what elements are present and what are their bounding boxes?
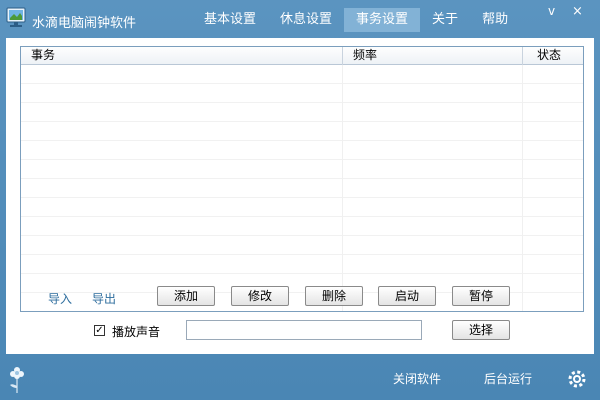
app-window: 水滴电脑闹钟软件 基本设置 休息设置 事务设置 关于 帮助 v × 事务 频率 … [0, 0, 600, 400]
monitor-icon [6, 7, 26, 27]
minimize-button[interactable]: v [548, 4, 555, 18]
column-header-status[interactable]: 状态 [523, 47, 583, 65]
app-title: 水滴电脑闹钟软件 [32, 16, 137, 31]
import-link[interactable]: 导入 [48, 290, 72, 307]
tab-about[interactable]: 关于 [420, 8, 470, 32]
tab-rest-settings[interactable]: 休息设置 [268, 8, 344, 32]
export-link[interactable]: 导出 [92, 290, 116, 307]
title-bar: 水滴电脑闹钟软件 基本设置 休息设置 事务设置 关于 帮助 v × [0, 0, 600, 38]
table-row [21, 122, 583, 141]
table-row [21, 217, 583, 236]
task-table: 事务 频率 状态 [20, 46, 584, 312]
table-body[interactable] [21, 65, 583, 311]
table-row [21, 84, 583, 103]
task-settings-panel: 事务 频率 状态 导入 导出 添加 修改 删除 启动 暂停 ✓ 播放声音 选择 [6, 38, 594, 354]
table-row [21, 103, 583, 122]
tab-basic-settings[interactable]: 基本设置 [192, 8, 268, 32]
start-button[interactable]: 启动 [378, 286, 436, 306]
table-row [21, 236, 583, 255]
run-background-button[interactable]: 后台运行 [484, 370, 532, 387]
table-row [21, 141, 583, 160]
add-button[interactable]: 添加 [157, 286, 215, 306]
pause-button[interactable]: 暂停 [452, 286, 510, 306]
table-header: 事务 频率 状态 [21, 47, 583, 65]
main-nav: 基本设置 休息设置 事务设置 关于 帮助 [192, 8, 520, 32]
table-row [21, 65, 583, 84]
play-sound-checkbox[interactable]: ✓ [94, 325, 105, 336]
table-row [21, 255, 583, 274]
delete-button[interactable]: 删除 [305, 286, 363, 306]
sound-file-input[interactable] [186, 320, 422, 340]
choose-sound-button[interactable]: 选择 [452, 320, 510, 340]
play-sound-label: 播放声音 [112, 325, 161, 339]
table-row [21, 179, 583, 198]
close-button[interactable]: × [572, 4, 583, 19]
tab-help[interactable]: 帮助 [470, 8, 520, 32]
table-row [21, 160, 583, 179]
column-header-frequency[interactable]: 频率 [343, 47, 523, 65]
column-header-task[interactable]: 事务 [21, 47, 343, 65]
flower-icon [10, 367, 24, 393]
close-software-button[interactable]: 关闭软件 [393, 370, 441, 387]
table-row [21, 198, 583, 217]
edit-button[interactable]: 修改 [231, 286, 289, 306]
gear-icon[interactable] [566, 368, 588, 390]
tab-task-settings[interactable]: 事务设置 [344, 8, 421, 32]
